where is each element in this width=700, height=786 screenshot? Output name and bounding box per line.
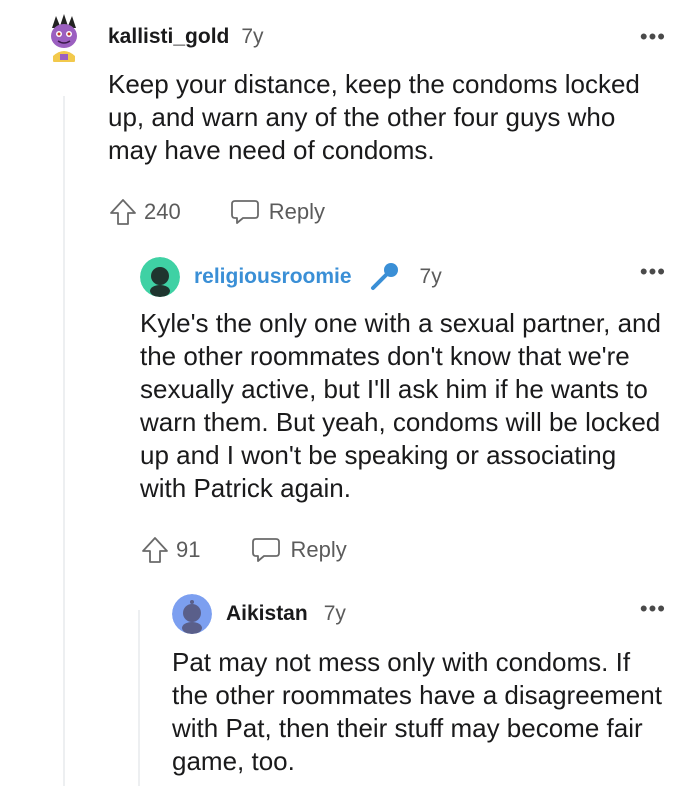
vote-count: 240 (144, 199, 181, 224)
upvote-icon[interactable] (108, 197, 138, 227)
comment: Aikistan 7y ••• Pat may not mess only wi… (172, 594, 666, 778)
comment-header: religiousroomie 7y (140, 257, 666, 297)
reply-button[interactable]: Reply (250, 536, 347, 564)
more-options-icon[interactable]: ••• (640, 259, 666, 285)
comment-age: 7y (419, 265, 442, 288)
comment-body: Keep your distance, keep the condoms loc… (108, 69, 640, 165)
more-options-icon[interactable]: ••• (640, 596, 666, 622)
reply-label: Reply (290, 537, 347, 562)
microphone-icon (368, 261, 400, 293)
username[interactable]: religiousroomie (194, 265, 352, 289)
avatar[interactable] (140, 257, 180, 297)
comment: kallisti_gold 7y ••• Keep your distance,… (38, 12, 666, 227)
comment: religiousroomie 7y ••• Kyle's the only o… (140, 257, 666, 565)
more-options-icon[interactable]: ••• (640, 24, 666, 50)
thread-line[interactable] (138, 610, 140, 786)
comment-header: kallisti_gold 7y (38, 12, 666, 64)
comment-header: Aikistan 7y (172, 594, 666, 634)
vote-group: 91 (140, 535, 200, 565)
vote-count: 91 (176, 537, 201, 562)
avatar[interactable] (38, 12, 90, 64)
avatar[interactable] (172, 594, 212, 634)
username[interactable]: Aikistan (226, 602, 308, 626)
comment-body: Kyle's the only one with a sexual partne… (140, 308, 661, 503)
comment-actions: 91 Reply (140, 535, 666, 565)
comment-age: 7y (241, 25, 264, 48)
reply-icon (252, 538, 281, 562)
comment-actions: 240 Reply (108, 197, 666, 227)
vote-group: 240 (108, 197, 181, 227)
reply-label: Reply (268, 199, 325, 224)
upvote-icon[interactable] (140, 535, 170, 565)
comment-age: 7y (323, 602, 346, 625)
reply-icon (230, 200, 259, 224)
reply-button[interactable]: Reply (229, 198, 325, 226)
comment-body: Pat may not mess only with condoms. If t… (172, 647, 662, 776)
username[interactable]: kallisti_gold (108, 25, 229, 49)
